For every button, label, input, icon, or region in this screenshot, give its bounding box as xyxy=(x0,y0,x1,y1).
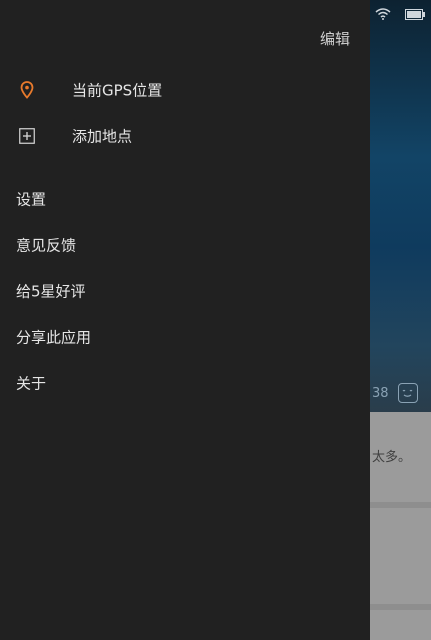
location-item-label: 当前GPS位置 xyxy=(72,81,163,100)
menu-item-label: 设置 xyxy=(16,190,47,209)
add-location-label: 添加地点 xyxy=(72,127,133,146)
menu-item-label: 给5星好评 xyxy=(16,282,86,301)
navigation-drawer: 编辑 当前GPS位置 添加地点 设置 意见反馈 给5星好评 分享此应用 关于 xyxy=(0,0,370,640)
battery-icon xyxy=(405,8,425,20)
menu-item-about[interactable]: 关于 xyxy=(0,363,370,403)
status-bar xyxy=(375,6,425,22)
edit-button[interactable]: 编辑 xyxy=(320,28,350,49)
menu-item-rate[interactable]: 给5星好评 xyxy=(0,271,370,311)
location-pin-icon xyxy=(18,81,36,99)
aqi-hint-text: 太多。 xyxy=(372,450,412,465)
menu-item-label: 分享此应用 xyxy=(16,328,92,347)
add-square-icon xyxy=(18,127,36,145)
menu-item-feedback[interactable]: 意见反馈 xyxy=(0,225,370,265)
temperature-text: 38 xyxy=(372,386,389,401)
location-item-gps[interactable]: 当前GPS位置 xyxy=(0,68,370,112)
add-location-button[interactable]: 添加地点 xyxy=(0,114,370,158)
wifi-icon xyxy=(375,8,391,20)
menu-item-share[interactable]: 分享此应用 xyxy=(0,317,370,357)
smiley-icon xyxy=(398,383,418,403)
menu-item-label: 关于 xyxy=(16,374,47,393)
menu-item-settings[interactable]: 设置 xyxy=(0,179,370,219)
menu-item-label: 意见反馈 xyxy=(16,236,77,255)
